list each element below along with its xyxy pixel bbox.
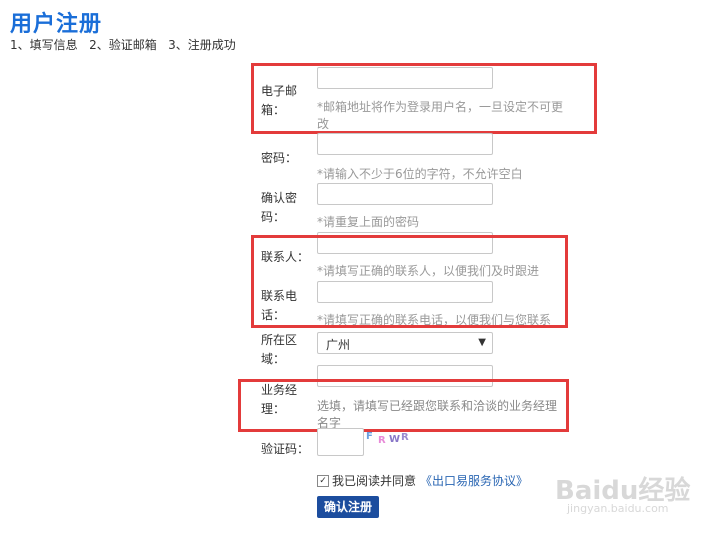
captcha-char: W bbox=[389, 434, 401, 445]
password-hint: *请输入不少于6位的字符，不允许空白 bbox=[317, 167, 523, 181]
manager-highlight-box bbox=[238, 379, 569, 432]
confirm-password-field[interactable] bbox=[317, 183, 493, 205]
region-select[interactable]: 广州 ▼ bbox=[317, 332, 493, 354]
captcha-image[interactable]: F R W R bbox=[366, 431, 416, 447]
confirm-password-label: 确认密 码： bbox=[261, 191, 298, 224]
agree-text: 我已阅读并同意 bbox=[332, 474, 417, 488]
region-selected-value: 广州 bbox=[326, 338, 351, 352]
password-label: 密码： bbox=[261, 151, 298, 165]
dropdown-arrow-icon: ▼ bbox=[478, 337, 486, 348]
captcha-char: R bbox=[378, 435, 386, 446]
contact-highlight-box bbox=[251, 235, 568, 328]
step-indicator: 1、填写信息 2、验证邮箱 3、注册成功 bbox=[10, 38, 236, 52]
page-title: 用户注册 bbox=[10, 12, 103, 37]
email-highlight-box bbox=[251, 63, 597, 134]
checkmark-icon: ✓ bbox=[319, 476, 327, 486]
confirm-password-hint: *请重复上面的密码 bbox=[317, 215, 420, 229]
captcha-field[interactable] bbox=[317, 428, 364, 456]
password-field[interactable] bbox=[317, 133, 493, 155]
agreement-link[interactable]: 《出口易服务协议》 bbox=[420, 472, 528, 489]
agree-checkbox[interactable]: ✓ bbox=[317, 475, 329, 487]
captcha-char: F bbox=[366, 431, 373, 442]
region-label: 所在区 域： bbox=[261, 333, 298, 366]
captcha-char: R bbox=[401, 432, 409, 443]
watermark-url: jingyan.baidu.com bbox=[567, 502, 669, 515]
captcha-label: 验证码： bbox=[261, 442, 310, 456]
submit-button[interactable]: 确认注册 bbox=[317, 496, 379, 518]
